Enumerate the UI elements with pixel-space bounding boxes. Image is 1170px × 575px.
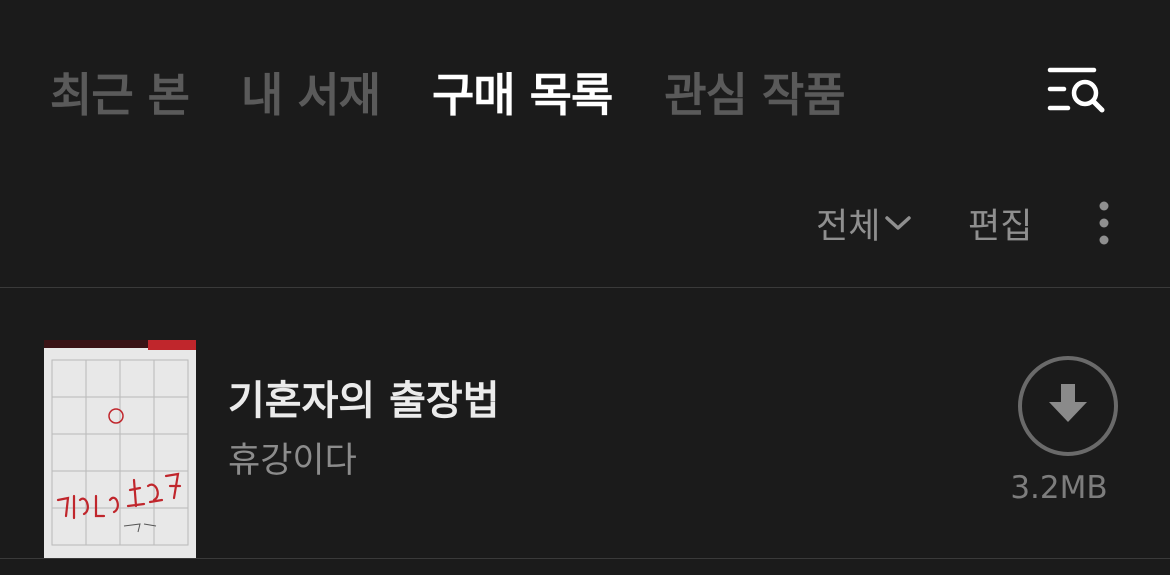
chevron-down-icon: [885, 216, 912, 230]
tab-recent[interactable]: 최근 본: [50, 59, 190, 125]
book-title[interactable]: 기혼자의 출장법: [228, 368, 500, 426]
filter-selected-label: 전체: [816, 206, 881, 247]
tab-purchase-list[interactable]: 구매 목록: [432, 59, 613, 125]
row-divider: [0, 558, 1170, 559]
book-author: 휴강이다: [228, 441, 357, 481]
book-list-item[interactable]: 기혼자의 출장법 휴강이다 3.2MB: [0, 288, 1170, 558]
edit-button[interactable]: 편집: [968, 198, 1032, 248]
file-size-label: 3.2MB: [1010, 470, 1108, 506]
filter-bar: 전체 편집: [0, 196, 1170, 252]
purchase-list-screen: 최근 본 내 서재 구매 목록 관심 작품 전체 편집 기혼자의 출장법 휴강이…: [0, 0, 1170, 575]
book-cover-image[interactable]: [44, 340, 196, 558]
tab-my-library[interactable]: 내 서재: [241, 59, 381, 125]
tab-favorites[interactable]: 관심 작품: [664, 59, 845, 125]
filter-dropdown[interactable]: 전체: [816, 198, 912, 248]
library-tabs: 최근 본 내 서재 구매 목록 관심 작품: [50, 60, 897, 124]
download-arrow-icon[interactable]: [1016, 354, 1120, 458]
list-search-icon[interactable]: [1044, 62, 1108, 116]
vertical-dots-icon[interactable]: [1088, 196, 1120, 250]
